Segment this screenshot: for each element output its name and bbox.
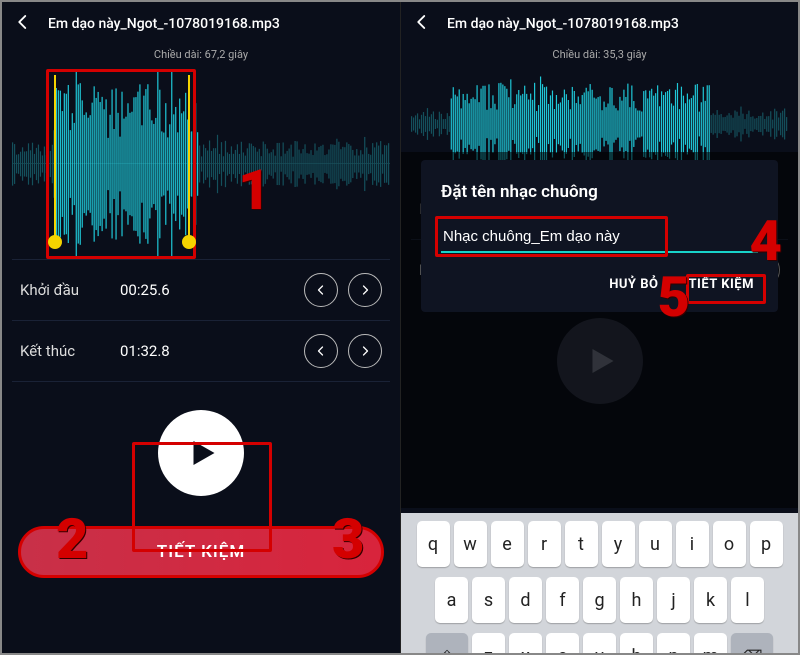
key-f[interactable]: f <box>546 577 579 623</box>
dialog-save-button[interactable]: TIẾT KIỆM <box>684 271 758 298</box>
key-shift[interactable]: ⇧ <box>426 633 468 653</box>
file-title: Em dạo này_Ngot_-1078019168.mp3 <box>447 16 679 32</box>
key-i[interactable]: i <box>676 521 709 567</box>
end-handle-line[interactable] <box>188 75 190 237</box>
header: Em dạo này_Ngot_-1078019168.mp3 <box>401 2 798 46</box>
end-label: Kết thúc <box>20 342 120 360</box>
key-a[interactable]: a <box>435 577 468 623</box>
key-w[interactable]: w <box>454 521 487 567</box>
waveform <box>12 69 390 259</box>
key-j[interactable]: j <box>657 577 690 623</box>
waveform-area[interactable]: 1 <box>2 69 400 259</box>
key-y[interactable]: y <box>602 521 635 567</box>
key-c[interactable]: c <box>546 633 579 653</box>
key-x[interactable]: x <box>509 633 542 653</box>
start-handle-line[interactable] <box>54 75 56 237</box>
key-r[interactable]: r <box>528 521 561 567</box>
key-n[interactable]: n <box>657 633 690 653</box>
key-u[interactable]: u <box>639 521 672 567</box>
key-s[interactable]: s <box>472 577 505 623</box>
key-o[interactable]: o <box>713 521 746 567</box>
left-screen: Em dạo này_Ngot_-1078019168.mp3 Chiều dà… <box>2 2 400 653</box>
file-title: Em dạo này_Ngot_-1078019168.mp3 <box>48 16 280 32</box>
end-prev-button[interactable] <box>304 334 338 368</box>
back-icon[interactable] <box>14 12 32 36</box>
back-icon[interactable] <box>413 12 431 36</box>
ringtone-name-input[interactable] <box>441 222 758 253</box>
end-row: Kết thúc 01:32.8 <box>2 321 400 381</box>
start-prev-button[interactable] <box>304 273 338 307</box>
key-g[interactable]: g <box>583 577 616 623</box>
key-l[interactable]: l <box>731 577 764 623</box>
key-q[interactable]: q <box>417 521 450 567</box>
start-row: Khởi đầu 00:25.6 <box>2 260 400 320</box>
duration-label: Chiều dài: 35,3 giây <box>401 48 798 61</box>
play-highlight <box>132 442 272 552</box>
end-value: 01:32.8 <box>120 342 304 360</box>
dialog-cancel-button[interactable]: HUỶ BỎ <box>605 271 662 298</box>
start-label: Khởi đầu <box>20 281 120 299</box>
start-value: 00:25.6 <box>120 281 304 299</box>
key-k[interactable]: k <box>694 577 727 623</box>
start-next-button[interactable] <box>348 273 382 307</box>
key-t[interactable]: t <box>565 521 598 567</box>
start-handle-dot[interactable] <box>48 235 62 249</box>
key-e[interactable]: e <box>491 521 524 567</box>
end-handle-dot[interactable] <box>182 235 196 249</box>
key-p[interactable]: p <box>750 521 783 567</box>
key-backspace[interactable]: ⌫ <box>731 633 773 653</box>
soft-keyboard: qwertyuiop asdfghjkl ⇧zxcvbnm⌫ <box>401 513 798 653</box>
end-next-button[interactable] <box>348 334 382 368</box>
key-d[interactable]: d <box>509 577 542 623</box>
key-b[interactable]: b <box>620 633 653 653</box>
key-h[interactable]: h <box>620 577 653 623</box>
right-screen: Em dạo này_Ngot_-1078019168.mp3 Chiều dà… <box>400 2 798 653</box>
duration-label: Chiều dài: 67,2 giây <box>2 48 400 61</box>
rename-dialog: Đặt tên nhạc chuông HUỶ BỎ TIẾT KIỆM <box>421 160 778 312</box>
dialog-title: Đặt tên nhạc chuông <box>441 182 758 202</box>
key-z[interactable]: z <box>472 633 505 653</box>
key-m[interactable]: m <box>694 633 727 653</box>
header: Em dạo này_Ngot_-1078019168.mp3 <box>2 2 400 46</box>
key-v[interactable]: v <box>583 633 616 653</box>
